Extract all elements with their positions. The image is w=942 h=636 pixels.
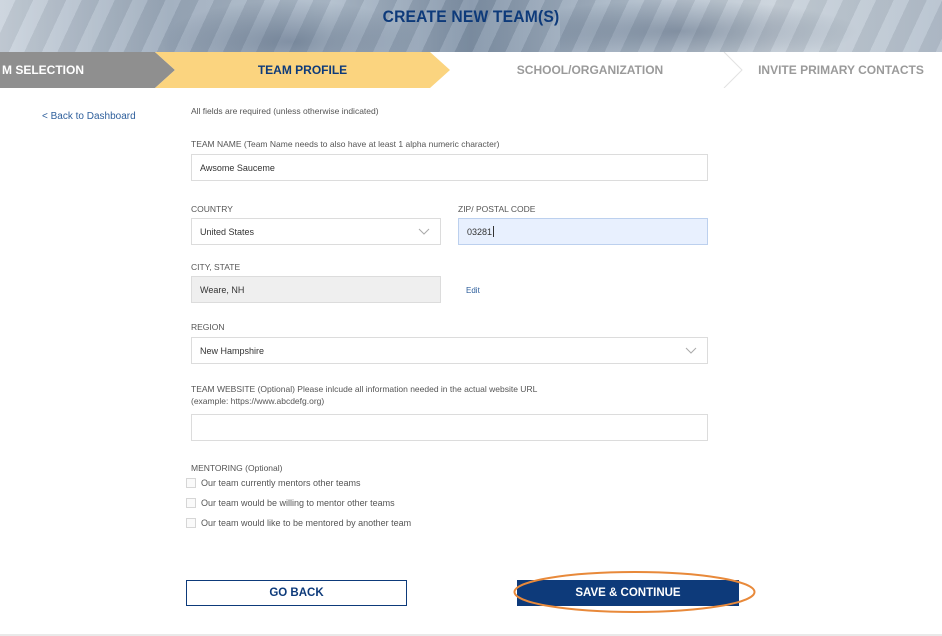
step-school-organization[interactable]: SCHOOL/ORGANIZATION — [440, 52, 740, 88]
city-state-label: CITY, STATE — [191, 262, 241, 272]
edit-city-state-link[interactable]: Edit — [466, 286, 480, 295]
chevron-down-icon — [685, 346, 697, 355]
back-to-dashboard-link[interactable]: < Back to Dashboard — [42, 111, 136, 122]
checkbox[interactable] — [186, 478, 196, 488]
checkbox[interactable] — [186, 518, 196, 528]
city-state-field: Weare, NH — [191, 276, 441, 303]
city-state-value: Weare, NH — [200, 284, 245, 295]
step-label: SCHOOL/ORGANIZATION — [516, 63, 664, 77]
chevron-down-icon — [418, 227, 430, 236]
header-banner: CREATE NEW TEAM(S) — [0, 0, 942, 52]
country-label: COUNTRY — [191, 204, 233, 214]
mentoring-option-label: Our team currently mentors other teams — [201, 478, 361, 488]
required-fields-note: All fields are required (unless otherwis… — [191, 106, 379, 116]
mentoring-label: MENTORING (Optional) — [191, 463, 283, 473]
mentoring-option[interactable]: Our team currently mentors other teams — [186, 478, 361, 488]
mentoring-option-label: Our team would like to be mentored by an… — [201, 518, 412, 528]
region-select[interactable]: New Hampshire — [191, 337, 708, 364]
go-back-button[interactable]: GO BACK — [186, 580, 407, 606]
website-label: TEAM WEBSITE (Optional) Please inlcude a… — [191, 384, 538, 394]
zip-input[interactable]: 03281 — [458, 218, 708, 245]
zip-label: ZIP/ POSTAL CODE — [458, 204, 536, 214]
country-value: United States — [200, 226, 255, 237]
step-label: INVITE PRIMARY CONTACTS — [758, 63, 924, 77]
step-team-profile[interactable]: TEAM PROFILE — [155, 52, 450, 88]
team-name-label: TEAM NAME (Team Name needs to also have … — [191, 139, 500, 149]
step-progress-bar: M SELECTION TEAM PROFILE SCHOOL/ORGANIZA… — [0, 51, 942, 89]
step-label: TEAM PROFILE — [257, 63, 348, 77]
country-select[interactable]: United States — [191, 218, 441, 245]
mentoring-option[interactable]: Our team would be willing to mentor othe… — [186, 498, 395, 508]
zip-value: 03281 — [467, 226, 493, 237]
region-value: New Hampshire — [200, 345, 265, 356]
checkbox[interactable] — [186, 498, 196, 508]
step-label: M SELECTION — [2, 63, 85, 77]
region-label: REGION — [191, 322, 225, 332]
mentoring-option[interactable]: Our team would like to be mentored by an… — [186, 518, 411, 528]
step-team-selection[interactable]: M SELECTION — [0, 52, 175, 88]
step-invite-primary-contacts[interactable]: INVITE PRIMARY CONTACTS — [740, 52, 942, 88]
team-name-value: Awsome Sauceme — [200, 162, 275, 173]
text-cursor — [493, 226, 495, 237]
mentoring-option-label: Our team would be willing to mentor othe… — [201, 498, 395, 508]
website-example: (example: https://www.abcdefg.org) — [191, 396, 325, 406]
team-name-input[interactable]: Awsome Sauceme — [191, 154, 708, 181]
save-continue-button[interactable]: SAVE & CONTINUE — [517, 580, 739, 606]
page-title: CREATE NEW TEAM(S) — [382, 7, 560, 26]
website-input[interactable] — [191, 414, 708, 441]
